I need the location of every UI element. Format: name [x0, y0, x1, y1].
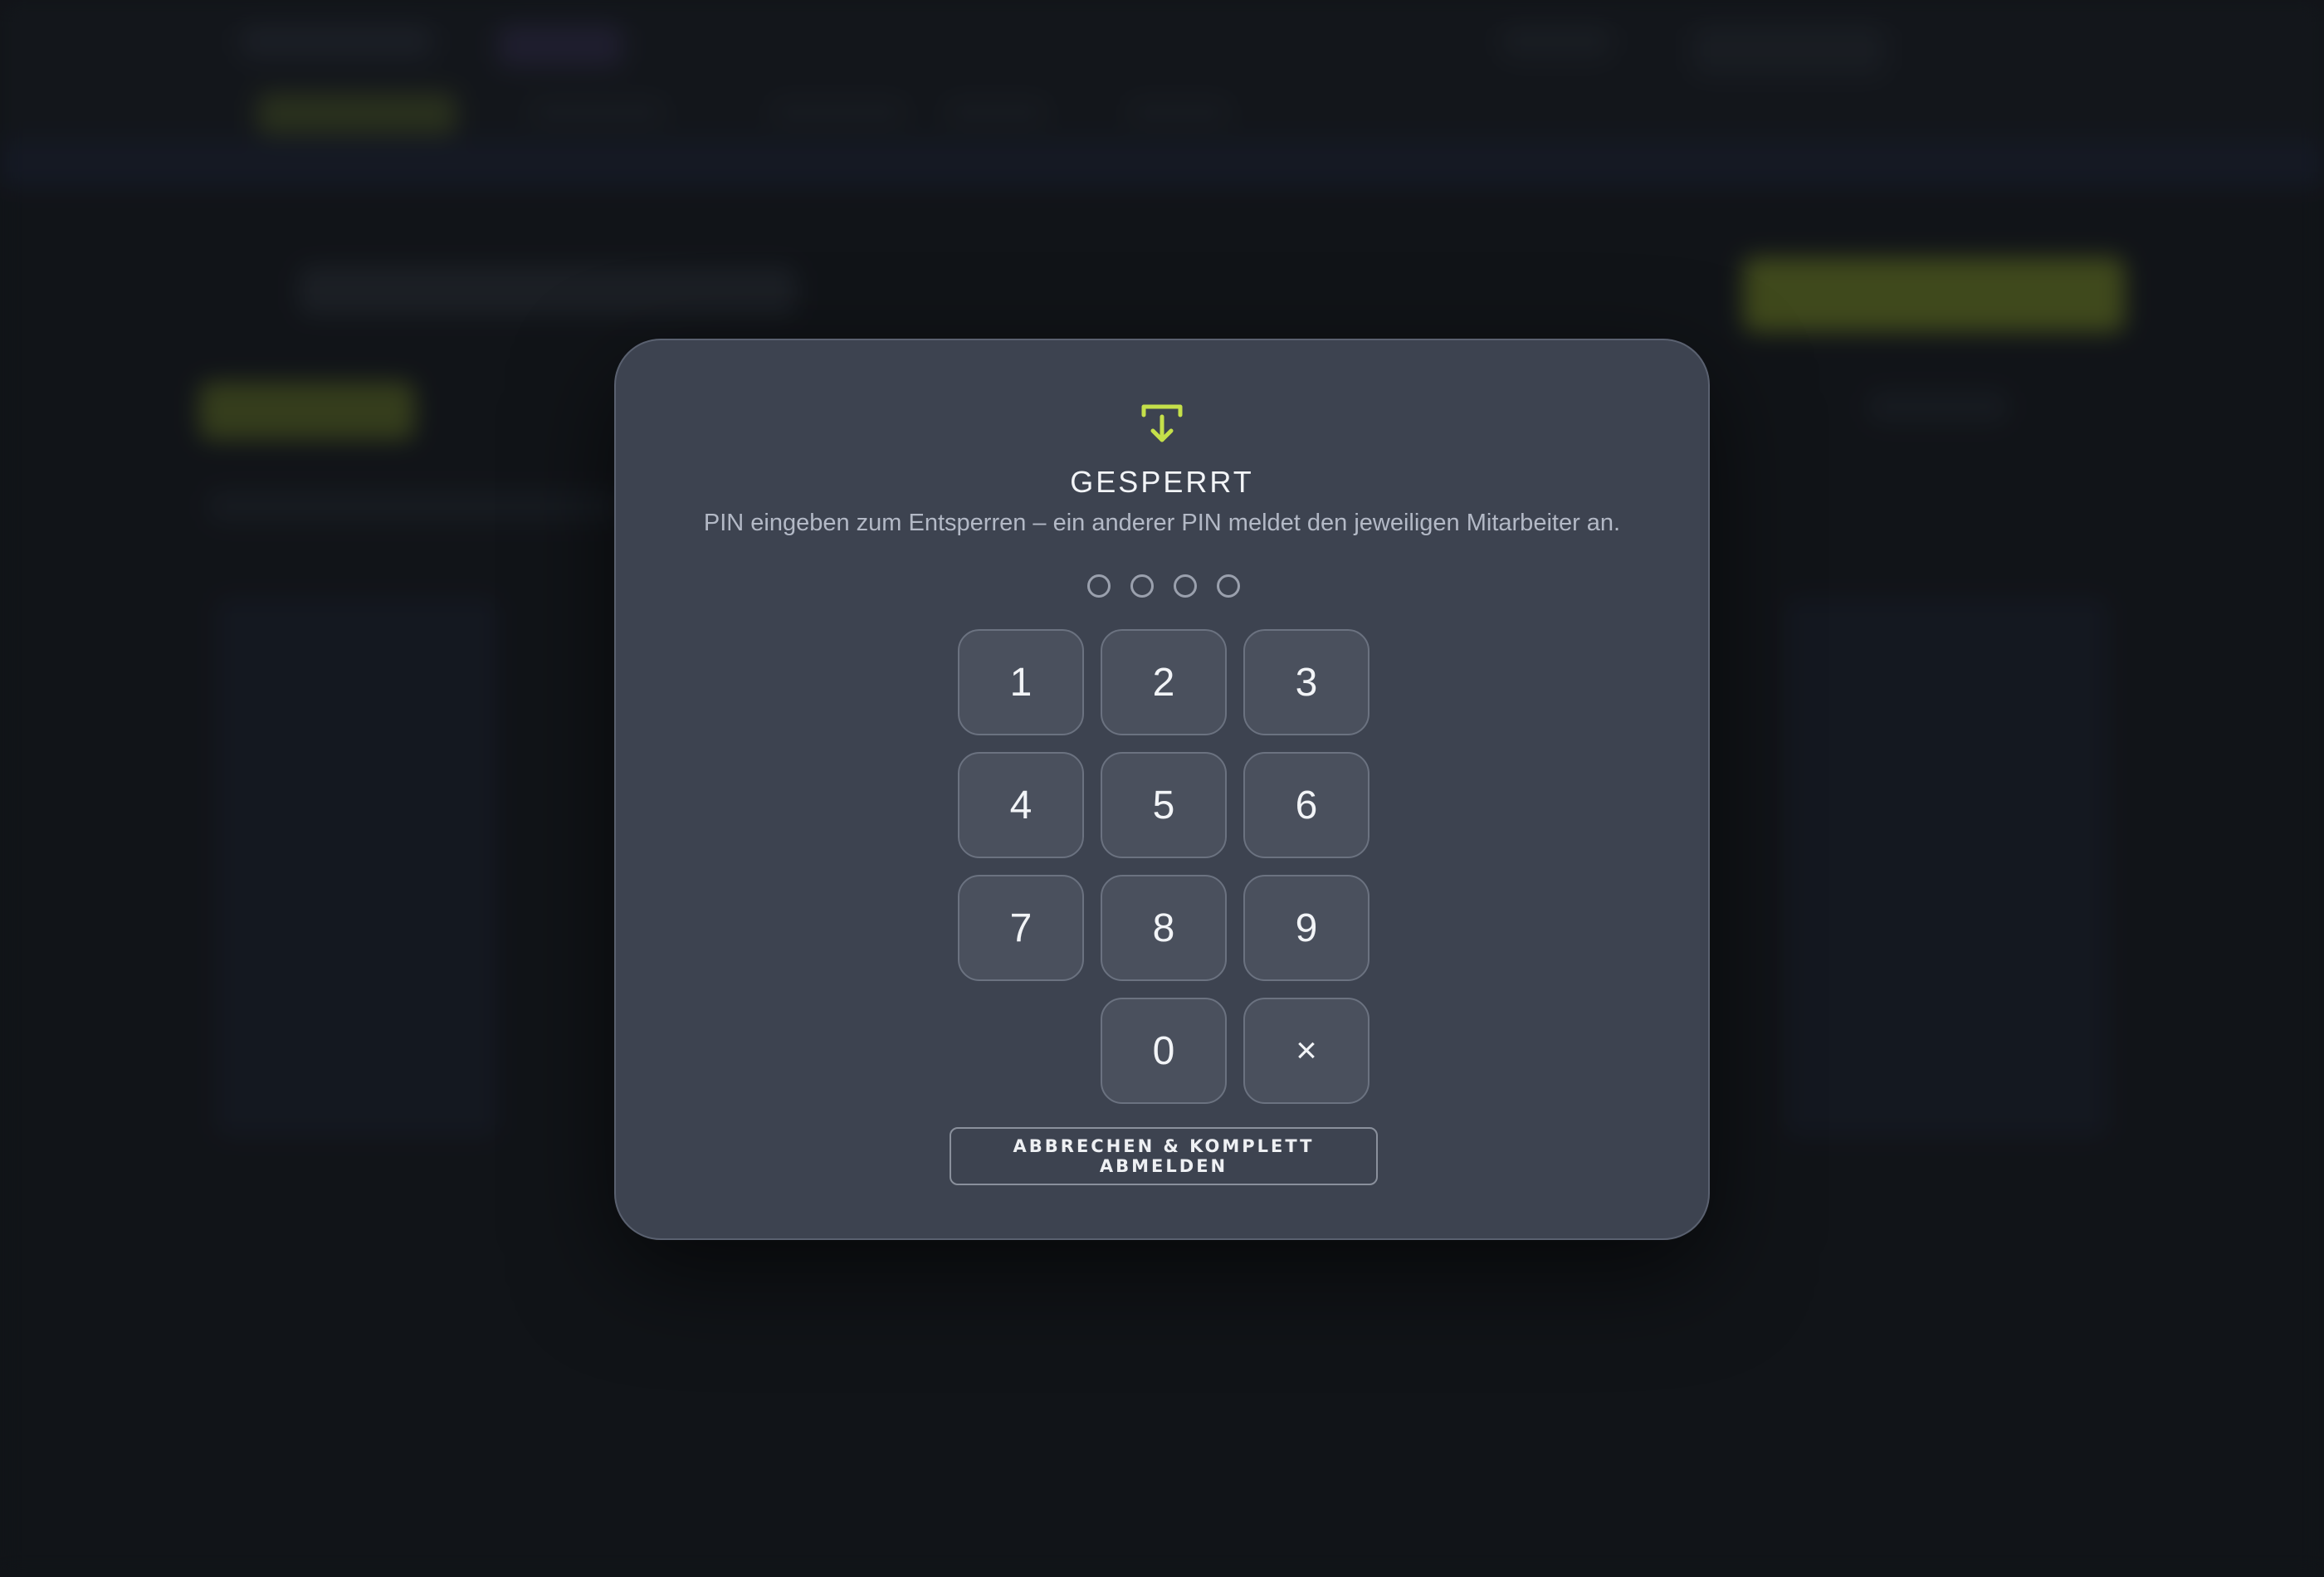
keypad-key-4[interactable]: 4 — [958, 752, 1084, 858]
keypad-key-5[interactable]: 5 — [1101, 752, 1227, 858]
download-arrow-icon — [1141, 404, 1183, 442]
keypad-key-6[interactable]: 6 — [1243, 752, 1370, 858]
keypad-key-0[interactable]: 0 — [1101, 998, 1227, 1104]
keypad-key-9[interactable]: 9 — [1243, 875, 1370, 981]
keypad-delete-button[interactable]: × — [1243, 998, 1370, 1104]
pin-dot — [1087, 574, 1111, 598]
lock-title: GESPERRT — [1070, 465, 1254, 499]
keypad-key-2[interactable]: 2 — [1101, 629, 1227, 735]
lock-subtitle: PIN eingeben zum Entsperren – ein andere… — [703, 510, 1621, 536]
keypad-key-7[interactable]: 7 — [958, 875, 1084, 981]
lock-dialog: GESPERRT PIN eingeben zum Entsperren – e… — [614, 339, 1710, 1240]
keypad-spacer — [958, 998, 1084, 1104]
cancel-logout-button[interactable]: ABBRECHEN & KOMPLETT ABMELDEN — [950, 1127, 1378, 1185]
pin-keypad: 1 2 3 4 5 6 7 8 9 0 × — [958, 629, 1370, 1104]
pin-dot — [1174, 574, 1197, 598]
pin-dot — [1217, 574, 1240, 598]
pin-dot — [1130, 574, 1154, 598]
keypad-key-1[interactable]: 1 — [958, 629, 1084, 735]
keypad-key-3[interactable]: 3 — [1243, 629, 1370, 735]
keypad-key-8[interactable]: 8 — [1101, 875, 1227, 981]
pin-indicator — [1087, 574, 1240, 599]
